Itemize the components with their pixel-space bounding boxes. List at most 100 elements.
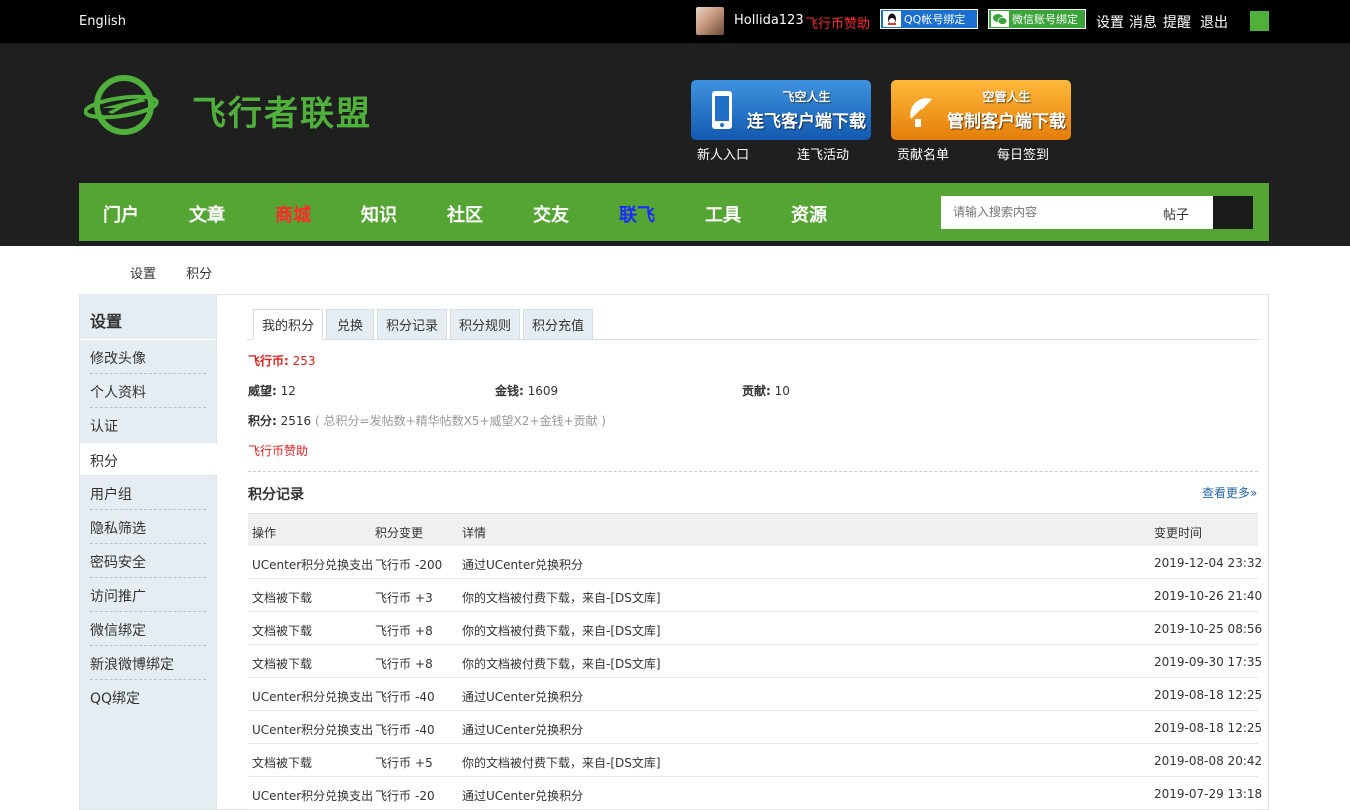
row-currency: 飞行币	[375, 591, 412, 605]
logout-link[interactable]: 退出	[1200, 12, 1228, 32]
wechat-icon	[991, 11, 1009, 27]
sidebar-item-privacy[interactable]: 隐私筛选	[80, 510, 216, 544]
sidebar-item-label: 密码安全	[90, 555, 146, 571]
radar-dish-icon	[910, 98, 932, 127]
nav-item-portal[interactable]: 门户	[103, 201, 139, 227]
sidebar-item-qq[interactable]: QQ绑定	[80, 680, 216, 714]
guanzhi-download-button[interactable]: 空管人生 管制客户端下载	[891, 80, 1071, 140]
main-nav: 门户 文章 商城 知识 社区 交友 联飞 工具 资源 帖子	[79, 183, 1269, 241]
row-action: UCenter积分兑换支出	[252, 723, 374, 737]
row-time: 2019-12-04 23:32	[1154, 556, 1263, 570]
search-type-select[interactable]: 帖子	[1163, 204, 1189, 223]
sidebar-item-usergroup[interactable]: 用户组	[80, 476, 216, 510]
wechat-bind-button[interactable]: 微信账号绑定	[988, 9, 1086, 29]
table-row: UCenter积分兑换支出 飞行币 -40 通过UCenter兑换积分 2019-08-…	[248, 678, 1262, 711]
table-header: 操作 积分变更 详情 变更时间	[248, 513, 1258, 546]
table-row: UCenter积分兑换支出 飞行币 -40 通过UCenter兑换积分 2019-08-…	[248, 711, 1262, 744]
row-action: 文档被下载	[252, 657, 313, 671]
total-label: 积分:	[248, 414, 277, 428]
tab-credit-log[interactable]: 积分记录	[377, 309, 447, 340]
total-value: 2516	[280, 414, 312, 428]
tab-exchange[interactable]: 兑换	[326, 309, 374, 340]
nav-item-resources[interactable]: 资源	[791, 201, 827, 227]
row-amount: -20	[415, 789, 435, 803]
qq-bind-button[interactable]: QQ帐号绑定	[880, 9, 978, 29]
avatar[interactable]	[696, 7, 724, 35]
prestige-label: 威望:	[248, 384, 277, 398]
username-link[interactable]: Hollida123	[734, 13, 804, 28]
row-detail: 你的文档被付费下载，来自-[DS文库]	[462, 756, 661, 770]
total-rule: ( 总积分=发帖数+精华帖数X5+威望X2+金钱+贡献 )	[315, 414, 606, 428]
nav-item-shop[interactable]: 商城	[275, 201, 311, 227]
sidebar-item-credits[interactable]: 积分	[80, 442, 218, 476]
nav-item-community[interactable]: 社区	[447, 201, 483, 227]
sidebar-item-label: 个人资料	[90, 385, 146, 401]
records-title: 积分记录	[248, 487, 304, 503]
contribution-label: 贡献:	[742, 384, 771, 398]
daily-checkin-link[interactable]: 每日签到	[997, 144, 1049, 163]
view-more-link[interactable]: 查看更多»	[1202, 484, 1257, 501]
sidebar-item-weibo[interactable]: 新浪微博绑定	[80, 646, 216, 680]
table-row: 文档被下载 飞行币 +3 你的文档被付费下载，来自-[DS文库] 2019-10-26 …	[248, 579, 1262, 612]
header-action: 操作	[252, 526, 277, 540]
reminders-link[interactable]: 提醒	[1163, 12, 1191, 32]
nav-item-friends[interactable]: 交友	[533, 201, 569, 227]
row-time: 2019-10-25 08:56	[1154, 622, 1263, 636]
row-currency: 飞行币	[375, 789, 412, 803]
lianfei-download-subtitle: 飞空人生	[782, 90, 831, 104]
breadcrumb-credits[interactable]: 积分	[186, 267, 212, 282]
row-detail: 你的文档被付费下载，来自-[DS文库]	[462, 624, 661, 638]
row-time: 2019-10-26 21:40	[1154, 589, 1263, 603]
top-bar: English Hollida123 飞行币赞助 QQ帐号绑定 微信账号绑定 设…	[0, 0, 1350, 43]
tab-my-credits[interactable]: 我的积分	[253, 309, 323, 340]
sidebar-item-label: 用户组	[90, 487, 132, 503]
row-detail: 你的文档被付费下载，来自-[DS文库]	[462, 591, 661, 605]
sidebar-item-avatar[interactable]: 修改头像	[80, 340, 216, 374]
sidebar-item-promotion[interactable]: 访问推广	[80, 578, 216, 612]
row-change: 飞行币 -200	[375, 556, 442, 573]
search-input[interactable]	[953, 205, 1143, 219]
nav-item-knowledge[interactable]: 知识	[361, 201, 397, 227]
row-amount: +5	[415, 756, 433, 770]
breadcrumb-settings[interactable]: 设置	[130, 267, 156, 282]
row-currency: 飞行币	[375, 624, 412, 638]
sidebar-item-verification[interactable]: 认证	[80, 408, 216, 442]
search-button[interactable]	[1213, 196, 1253, 229]
row-detail: 通过UCenter兑换积分	[462, 789, 584, 803]
qq-icon	[883, 11, 901, 27]
language-link[interactable]: English	[79, 14, 126, 29]
events-link[interactable]: 连飞活动	[797, 144, 849, 163]
green-square-icon[interactable]	[1250, 11, 1269, 31]
row-action: UCenter积分兑换支出	[252, 789, 374, 803]
messages-link[interactable]: 消息	[1129, 12, 1157, 32]
lianfei-download-button[interactable]: 飞空人生 连飞客户端下载	[691, 80, 871, 140]
coin-sponsor-link[interactable]: 飞行币赞助	[248, 442, 308, 459]
contributors-link[interactable]: 贡献名单	[897, 144, 949, 163]
row-detail: 通过UCenter兑换积分	[462, 558, 584, 572]
search-box: 帖子	[941, 196, 1213, 229]
tab-label: 积分记录	[385, 319, 438, 334]
coin-label: 飞行币:	[248, 354, 289, 368]
tab-recharge[interactable]: 积分充值	[523, 309, 593, 340]
row-time: 2019-08-18 12:25	[1154, 721, 1263, 735]
sidebar-item-wechat[interactable]: 微信绑定	[80, 612, 216, 646]
nav-item-lianfei[interactable]: 联飞	[619, 201, 655, 227]
settings-link[interactable]: 设置	[1096, 12, 1124, 32]
lianfei-download-label: 连飞客户端下载	[747, 112, 866, 132]
row-time: 2019-08-18 12:25	[1154, 688, 1263, 702]
nav-item-tools[interactable]: 工具	[705, 201, 741, 227]
sponsor-link[interactable]: 飞行币赞助	[805, 13, 870, 32]
logo-text[interactable]: 飞行者联盟	[192, 86, 372, 135]
sidebar-item-label: 积分	[90, 454, 118, 470]
sidebar-item-password[interactable]: 密码安全	[80, 544, 216, 578]
nav-item-articles[interactable]: 文章	[189, 201, 225, 227]
row-amount: +8	[415, 657, 433, 671]
row-change: 飞行币 +3	[375, 589, 433, 606]
newbie-entry-link[interactable]: 新人入口	[697, 144, 749, 163]
tab-credit-rules[interactable]: 积分规则	[450, 309, 520, 340]
sidebar-item-profile[interactable]: 个人资料	[80, 374, 216, 408]
row-change: 飞行币 -40	[375, 721, 435, 738]
table-row: 文档被下载 飞行币 +8 你的文档被付费下载，来自-[DS文库] 2019-10-25 …	[248, 612, 1262, 645]
logo-icon[interactable]	[84, 74, 159, 136]
row-detail: 你的文档被付费下载，来自-[DS文库]	[462, 657, 661, 671]
